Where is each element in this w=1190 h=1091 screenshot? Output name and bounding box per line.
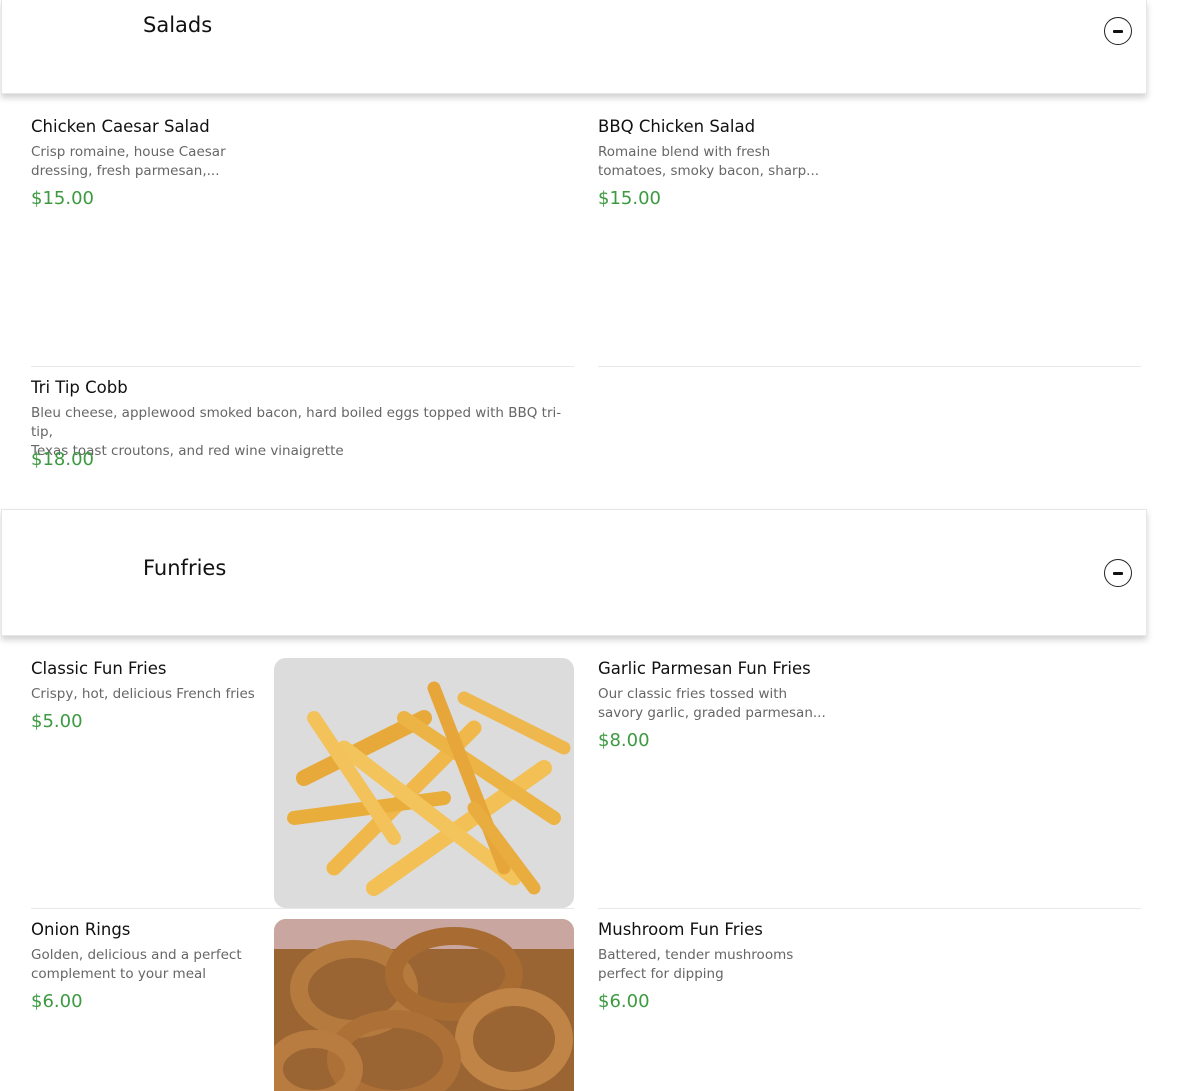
section-title: Salads	[143, 13, 213, 37]
item-price: $15.00	[598, 188, 661, 209]
row-divider	[598, 908, 1141, 909]
menu-item-tri-tip-cobb[interactable]: Tri Tip Cobb Bleu cheese, applewood smok…	[31, 378, 574, 488]
item-name: Mushroom Fun Fries	[598, 920, 763, 939]
item-description: Romaine blend with fresh tomatoes, smoky…	[598, 144, 820, 179]
item-price: $15.00	[31, 188, 94, 209]
menu-item-mushroom-fun-fries[interactable]: Mushroom Fun Fries Battered, tender mush…	[598, 920, 1141, 1090]
row-divider	[31, 366, 574, 367]
item-name: Classic Fun Fries	[31, 659, 167, 678]
french-fries-photo[interactable]	[274, 658, 574, 908]
minus-circle-icon[interactable]	[1104, 559, 1132, 587]
menu-item-garlic-parmesan-fun-fries[interactable]: Garlic Parmesan Fun Fries Our classic fr…	[598, 659, 1141, 909]
item-description: Battered, tender mushrooms perfect for d…	[598, 947, 794, 982]
menu-item-chicken-caesar-salad[interactable]: Chicken Caesar Salad Crisp romaine, hous…	[31, 117, 574, 367]
item-price: $6.00	[598, 991, 650, 1012]
item-name: Tri Tip Cobb	[31, 378, 128, 397]
item-price: $18.00	[31, 449, 94, 470]
menu-item-bbq-chicken-salad[interactable]: BBQ Chicken Salad Romaine blend with fre…	[598, 117, 1141, 367]
item-price: $5.00	[31, 711, 83, 732]
item-price: $8.00	[598, 730, 650, 751]
item-name: Garlic Parmesan Fun Fries	[598, 659, 811, 678]
section-title: Funfries	[143, 556, 227, 580]
onion-rings-photo[interactable]	[274, 919, 574, 1091]
item-name: BBQ Chicken Salad	[598, 117, 756, 136]
item-price: $6.00	[31, 991, 83, 1012]
row-divider	[598, 366, 1141, 367]
item-description: Our classic fries tossed with savory gar…	[598, 686, 826, 721]
section-header-funfries[interactable]: Funfries	[1, 509, 1147, 636]
item-name: Onion Rings	[31, 920, 131, 939]
item-description: Bleu cheese, applewood smoked bacon, har…	[31, 405, 562, 459]
section-header-salads[interactable]: Salads	[1, 0, 1147, 94]
minus-circle-icon[interactable]	[1104, 17, 1132, 45]
item-description: Golden, delicious and a perfect compleme…	[31, 947, 242, 982]
item-description: Crisp romaine, house Caesar dressing, fr…	[31, 144, 226, 179]
item-name: Chicken Caesar Salad	[31, 117, 210, 136]
item-description: Crispy, hot, delicious French fries	[31, 686, 255, 702]
row-divider	[31, 908, 574, 909]
